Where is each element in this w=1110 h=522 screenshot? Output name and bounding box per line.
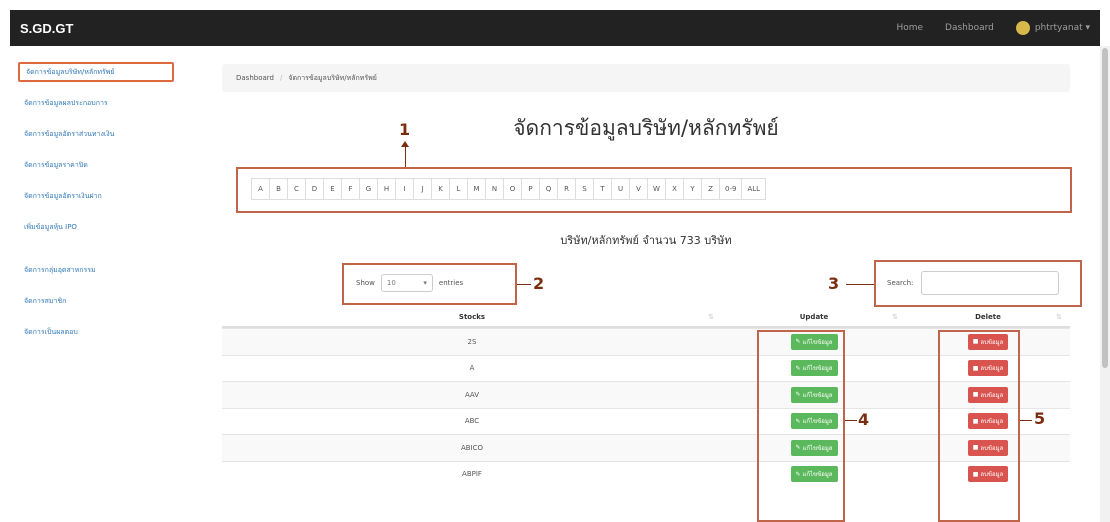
callout-3: 3 [828,274,840,293]
search-input[interactable] [921,271,1060,295]
breadcrumb-separator: / [279,74,283,82]
header-stocks[interactable]: Stocks ⇅ [222,308,722,326]
delete-column-highlight [938,330,1020,522]
sidebar-item-deposit-rate[interactable]: จัดการข้อมูลอัตราเงินฝาก [18,186,174,206]
scroll-thumb[interactable] [1102,48,1108,368]
callout-1-arrowhead [401,141,409,147]
alpha-filter-button[interactable]: 0-9 [719,178,743,200]
stock-symbol: ABPIF [462,470,482,479]
sidebar-item-industry[interactable]: จัดการกลุ่มอุตสาหกรรม [18,260,174,280]
alpha-filter-button[interactable]: N [485,178,504,200]
alpha-filter-button[interactable]: H [377,178,396,200]
alpha-filter-button[interactable]: W [647,178,666,200]
table-header: Stocks ⇅ Update ⇅ Delete ⇅ [222,308,1070,328]
callout-4-arrow [845,420,857,421]
alpha-filter-button[interactable]: Q [539,178,558,200]
sidebar-item-ipo[interactable]: เพิ่มข้อมูลหุ้น IPO [18,217,174,237]
brand-logo[interactable]: S.GD.GT [20,21,73,36]
header-stocks-label: Stocks [458,313,486,321]
stock-symbol: ABICO [460,443,484,452]
chevron-down-icon: ▾ [423,279,427,287]
alpha-filter-button[interactable]: O [503,178,522,200]
header-delete-label: Delete [975,313,1001,321]
search-control: Search: [887,271,1060,295]
alpha-filter-button[interactable]: L [449,178,468,200]
alpha-filter-button[interactable]: T [593,178,612,200]
alpha-filter-button[interactable]: B [269,178,288,200]
alpha-filter-button[interactable]: P [521,178,540,200]
show-label: Show [356,279,375,287]
sort-icon: ⇅ [708,313,714,321]
alpha-filter-button[interactable]: S [575,178,594,200]
sidebar-item-returns[interactable]: จัดการเป็นผลตอบ [18,322,174,342]
update-column-highlight [757,330,845,522]
header-delete[interactable]: Delete ⇅ [906,308,1070,326]
nav-home-link[interactable]: Home [896,23,923,33]
sidebar-item-company[interactable]: จัดการข้อมูลบริษัท/หลักทรัพย์ [18,62,174,82]
breadcrumb-root[interactable]: Dashboard [236,74,274,82]
callout-2: 2 [533,274,545,293]
callout-5-arrow [1020,420,1032,421]
sidebar-item-performance[interactable]: จัดการข้อมูลผลประกอบการ [18,93,174,113]
user-menu[interactable]: phtrtyanat ▾ [1015,21,1090,35]
header-update[interactable]: Update ⇅ [722,308,906,326]
alpha-filter-button[interactable]: V [629,178,648,200]
alpha-filter-button[interactable]: U [611,178,630,200]
alpha-filter-button[interactable]: Z [701,178,720,200]
sidebar-item-closing-price[interactable]: จัดการข้อมูลราคาปิด [18,155,174,175]
alpha-filter-button[interactable]: ALL [741,178,767,200]
page-title: จัดการข้อมูลบริษัท/หลักทรัพย์ [513,116,779,140]
entries-select[interactable]: 10 ▾ [380,274,433,292]
stock-symbol: A [469,364,475,373]
alpha-filter-button[interactable]: R [557,178,576,200]
callout-1: 1 [399,120,411,139]
sidebar-item-financial-ratio[interactable]: จัดการข้อมูลอัตราส่วนทางเงิน [18,124,174,144]
breadcrumb: Dashboard / จัดการข้อมูลบริษัท/หลักทรัพย… [222,64,1070,92]
breadcrumb-current: จัดการข้อมูลบริษัท/หลักทรัพย์ [288,73,377,82]
sort-icon: ⇅ [892,313,898,321]
alpha-filter-button[interactable]: I [395,178,414,200]
user-name: phtrtyanat ▾ [1034,23,1090,33]
nav-dashboard-link[interactable]: Dashboard [945,23,994,33]
alpha-filter-button[interactable]: Y [683,178,702,200]
alpha-filter-button[interactable]: M [467,178,486,200]
alpha-filter-button[interactable]: A [251,178,270,200]
sidebar: จัดการข้อมูลบริษัท/หลักทรัพย์ จัดการข้อม… [18,62,174,353]
avatar [1015,21,1030,35]
navbar-links: Home Dashboard phtrtyanat ▾ [896,21,1090,35]
stock-symbol: AAV [464,390,480,399]
entries-label: entries [438,279,464,287]
alpha-filter-button[interactable]: C [287,178,306,200]
alphabet-filter: A B C D E F G H I J K L M N O P Q R S T U V W X Y Z 0-9 ALL [251,178,767,200]
alpha-filter-button[interactable]: D [305,178,324,200]
search-label: Search: [887,279,914,287]
company-count: บริษัท/หลักทรัพย์ จำนวน 733 บริษัท [560,234,732,247]
alpha-filter-button[interactable]: F [341,178,360,200]
callout-4: 4 [858,410,870,429]
top-navbar: S.GD.GT Home Dashboard phtrtyanat ▾ [10,10,1100,46]
stock-symbol: ABC [464,417,480,426]
callout-2-arrow [517,284,531,285]
sidebar-divider [18,248,174,260]
alpha-filter-button[interactable]: E [323,178,342,200]
sort-icon: ⇅ [1056,313,1062,321]
alpha-filter-button[interactable]: K [431,178,450,200]
alpha-filter-button[interactable]: J [413,178,432,200]
page-scrollbar[interactable] [1100,46,1110,522]
sidebar-item-members[interactable]: จัดการสมาชิก [18,291,174,311]
header-update-label: Update [799,313,829,321]
callout-5: 5 [1034,409,1046,428]
entries-value: 10 [386,279,396,287]
stock-symbol: 2S [467,337,477,346]
callout-3-arrow [846,284,874,285]
length-control: Show 10 ▾ entries [356,274,463,292]
alpha-filter-button[interactable]: G [359,178,378,200]
alpha-filter-button[interactable]: X [665,178,684,200]
